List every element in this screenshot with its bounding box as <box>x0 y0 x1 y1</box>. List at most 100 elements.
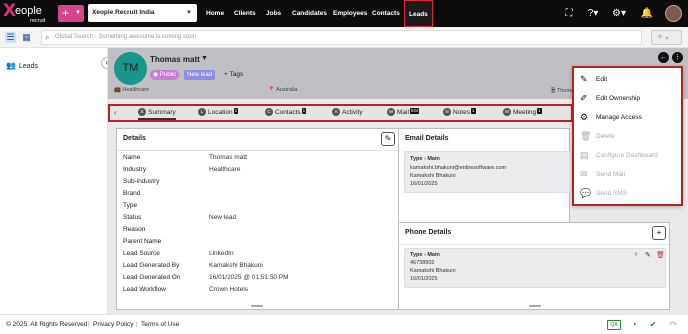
tab-activity[interactable]: A Activity <box>332 106 363 120</box>
privacy-policy-link[interactable]: Privacy Policy <box>93 315 133 334</box>
detail-label: Lead Workflow <box>123 286 166 293</box>
tab-meeting[interactable]: M Meeting 1 <box>503 106 542 120</box>
status-badge[interactable]: New lead <box>184 70 216 80</box>
gear-icon: ⚙ <box>580 112 589 122</box>
nav-contacts[interactable]: Contacts <box>372 0 400 27</box>
top-navbar: X eople recruit + ▼ Xeople Recruit India ▼… <box>0 0 688 27</box>
user-avatar[interactable] <box>665 5 682 22</box>
nav-jobs[interactable]: Jobs <box>266 0 281 27</box>
tags-label: Tags <box>229 71 244 78</box>
bell-icon[interactable]: 🔔 <box>640 7 654 21</box>
more-options-icon[interactable]: ⋮ <box>672 52 683 63</box>
tags-button[interactable]: + Tags <box>224 70 243 80</box>
menu-label: Edit Ownership <box>596 95 641 102</box>
menu-item-send-sms[interactable]: 💬 Send SMS <box>574 184 681 203</box>
menu-item-send-mail[interactable]: ✉ Send Mail <box>574 165 681 184</box>
detail-label: Lead Source <box>123 250 160 257</box>
nav-leads[interactable]: Leads <box>404 0 433 27</box>
location-icon: L <box>198 108 206 117</box>
menu-item-manage-access[interactable]: ⚙ Manage Access <box>574 108 681 127</box>
nav-employees[interactable]: Employees <box>333 0 367 27</box>
menu-item-edit-ownership[interactable]: ✐ Edit Ownership <box>574 89 681 108</box>
lead-avatar: TM <box>114 52 147 85</box>
detail-label: Type <box>123 202 138 209</box>
tab-location[interactable]: L Location 1 <box>198 106 239 120</box>
location-icon: 📍 <box>268 87 275 93</box>
nav-home[interactable]: Home <box>206 0 224 27</box>
tab-label: Summary <box>148 109 176 116</box>
trash-icon[interactable]: 🗑 <box>656 251 665 259</box>
add-dropdown-button[interactable]: + ▾ <box>651 30 682 45</box>
detail-value: Kamakshi Bhakuni <box>209 262 263 269</box>
phone-title: Phone Details <box>405 229 452 236</box>
tab-summary[interactable]: S Summary <box>138 106 176 120</box>
resize-handle[interactable] <box>251 305 263 307</box>
email-date: 16/01/2025 <box>410 181 438 187</box>
terms-of-use-link[interactable]: Terms of Use <box>141 315 179 334</box>
edit-details-button[interactable]: ✎ <box>381 132 395 146</box>
quick-add-button[interactable]: + ▼ <box>58 5 84 22</box>
nav-candidates[interactable]: Candidates <box>292 0 327 27</box>
settings-icon[interactable]: ⚙▾ <box>610 7 628 21</box>
email-title: Email Details <box>405 135 449 142</box>
caret-down-icon: ▼ <box>186 10 192 16</box>
detail-value: LinkedIn <box>209 250 234 257</box>
sms-icon: 💬 <box>580 188 592 198</box>
detail-value: 16/01/2025 @ 01:51:50 PM <box>209 274 289 281</box>
public-icon: ◉ <box>153 72 159 78</box>
tab-mail[interactable]: M Mail 644 <box>387 106 420 120</box>
help-icon[interactable]: ?▾ <box>584 7 602 21</box>
tab-notes[interactable]: N Notes 1 <box>443 106 476 120</box>
tabs-scroll-left-icon[interactable]: ‹ <box>114 106 117 120</box>
detail-label: Status <box>123 214 142 221</box>
tab-label: Location <box>208 109 233 116</box>
menu-label: Edit <box>596 76 608 83</box>
phone-number[interactable]: 46738902 <box>410 260 434 266</box>
global-search-input[interactable]: ⌕ Global Search - Something awesome is c… <box>41 30 642 45</box>
help-icon[interactable]: ◔ <box>628 319 640 331</box>
back-arrow-icon[interactable]: ← <box>658 52 669 63</box>
nav-clients[interactable]: Clients <box>234 0 256 27</box>
menu-item-edit[interactable]: ✎ Edit <box>574 70 681 89</box>
tab-label: Mail <box>397 109 409 116</box>
footer-divider: | <box>136 321 138 328</box>
detail-label: Lead Generated By <box>123 262 180 269</box>
dashboard-icon: ▤ <box>580 150 589 160</box>
details-title: Details <box>123 135 146 142</box>
plus-icon: + <box>224 71 228 78</box>
pencil-icon[interactable]: ✎ <box>645 251 651 259</box>
tab-count: 1 <box>233 108 239 114</box>
name-dropdown-icon[interactable]: ▼ <box>201 55 208 62</box>
tab-count: 1 <box>537 108 542 114</box>
tab-count: 1 <box>301 108 307 114</box>
visibility-badge[interactable]: ◉ Public <box>150 70 180 80</box>
detail-value: New lead <box>209 214 237 221</box>
resize-handle[interactable] <box>529 305 541 307</box>
add-phone-button[interactable]: + <box>652 226 666 240</box>
chevron-right-icon[interactable]: › <box>635 251 637 258</box>
detail-value: Healthcare <box>209 166 241 173</box>
email-address[interactable]: kamakshi.bhakuni@entiresoftware.com <box>410 165 506 171</box>
organization-select[interactable]: Xeople Recruit India ▼ <box>88 4 197 22</box>
tab-count: 1 <box>470 108 476 114</box>
menu-item-delete[interactable]: 🗑 Delete <box>574 127 681 146</box>
mail-icon: M <box>387 108 395 117</box>
footer-divider: | <box>88 321 90 328</box>
grid-view-icon[interactable]: ▦ <box>21 32 32 43</box>
details-card: Details ✎ Name Thomas matt Industry Heal… <box>116 128 399 310</box>
menu-item-configure-dashboard[interactable]: ▤ Configure Dashboard <box>574 146 681 165</box>
search-row: ☰ ▦ ⌕ Global Search - Something awesome … <box>0 27 688 48</box>
tab-contacts[interactable]: C Contacts 1 <box>265 106 307 120</box>
fullscreen-icon[interactable]: ⛶ <box>562 7 576 21</box>
industry-info: 💼 Healthcare <box>114 87 149 93</box>
divider <box>399 244 669 245</box>
trash-icon: 🗑 <box>580 131 592 141</box>
divider <box>117 150 398 151</box>
list-view-icon[interactable]: ☰ <box>5 32 16 43</box>
menu-label: Delete <box>596 133 615 140</box>
sidebar-item-leads[interactable]: 👥 Leads <box>6 61 38 70</box>
country-info: 📍 Australia <box>268 87 298 93</box>
logo-subtext: recruit <box>30 18 46 24</box>
caret-down-icon: ▾ <box>665 36 669 42</box>
xeople-logo[interactable]: X eople recruit <box>3 3 51 25</box>
